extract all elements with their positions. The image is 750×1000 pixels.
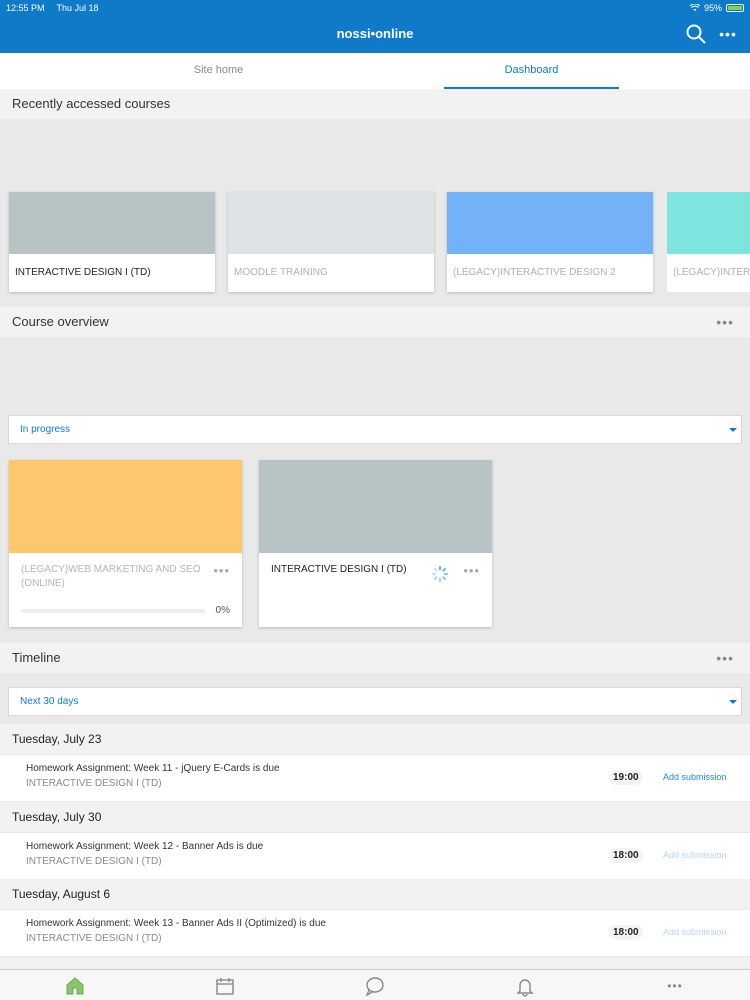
timeline-day-heading: Tuesday, July 30	[0, 802, 750, 832]
app-header: nossi•online •••	[0, 16, 750, 53]
timeline-heading: Timeline •••	[0, 643, 750, 673]
chevron-down-icon	[729, 428, 737, 432]
course-overview-card[interactable]: (LEGACY)WEB MARKETING AND SEO (ONLINE) •…	[9, 460, 242, 627]
calendar-icon[interactable]	[214, 975, 236, 997]
timeline-day-heading: Tuesday, August 6	[0, 879, 750, 909]
recent-courses-heading: Recently accessed courses	[0, 89, 750, 119]
status-bar: 12:55 PM Thu Jul 18 95%	[0, 0, 750, 16]
tab-dashboard[interactable]: Dashboard	[444, 53, 619, 89]
course-name: INTERACTIVE DESIGN I (TD)	[15, 267, 151, 278]
event-title[interactable]: Homework Assignment: Week 11 - jQuery E-…	[26, 763, 280, 774]
status-date: Thu Jul 18	[56, 3, 99, 13]
course-progress-label: 0%	[215, 605, 230, 616]
course-overview-card[interactable]: INTERACTIVE DESIGN I (TD) •••	[259, 460, 492, 627]
wifi-icon	[689, 4, 700, 11]
status-time: 12:55 PM	[6, 3, 45, 13]
course-image	[228, 192, 434, 254]
timeline-day-heading-partial	[0, 957, 750, 969]
messages-icon[interactable]	[364, 975, 386, 997]
chevron-down-icon	[729, 700, 737, 704]
add-submission-button[interactable]: Add submission	[663, 850, 727, 860]
course-overview-heading: Course overview •••	[0, 307, 750, 337]
event-course: INTERACTIVE DESIGN I (TD)	[26, 778, 162, 789]
timeline-event[interactable]: Homework Assignment: Week 12 - Banner Ad…	[0, 833, 750, 879]
course-filter-select[interactable]: In progress	[8, 415, 742, 444]
timeline-filter-value: Next 30 days	[20, 696, 79, 707]
course-overview-options-icon[interactable]: •••	[716, 307, 734, 337]
recent-course-card[interactable]: (LEGACY)INTERACTIVE DESIGN 2	[447, 192, 653, 292]
course-image	[667, 192, 750, 254]
course-image	[9, 460, 242, 553]
timeline-event[interactable]: Homework Assignment: Week 11 - jQuery E-…	[0, 755, 750, 801]
timeline-event[interactable]: Homework Assignment: Week 13 - Banner Ad…	[0, 910, 750, 956]
course-filter-value: In progress	[20, 424, 71, 435]
timeline-day-heading: Tuesday, July 23	[0, 724, 750, 754]
loading-spinner-icon	[431, 565, 449, 583]
course-name: (LEGACY)INTERACTIVE DESIGN 2	[453, 267, 616, 278]
course-name: INTERACTIVE DESIGN I (TD)	[271, 564, 407, 575]
add-submission-button[interactable]: Add submission	[663, 927, 727, 937]
timeline-options-icon[interactable]: •••	[716, 643, 734, 673]
battery-percent: 95%	[703, 3, 722, 13]
course-image	[447, 192, 653, 254]
course-image	[259, 460, 492, 553]
course-options-icon[interactable]: •••	[463, 563, 480, 578]
more-options-icon[interactable]: •••	[718, 24, 738, 44]
course-name: MOODLE TRAINING	[234, 267, 328, 278]
event-course: INTERACTIVE DESIGN I (TD)	[26, 856, 162, 867]
course-name: (LEGACY)INTER	[673, 267, 750, 278]
recent-course-card[interactable]: INTERACTIVE DESIGN I (TD)	[9, 192, 215, 292]
recent-course-card[interactable]: (LEGACY)INTER	[667, 192, 750, 292]
course-overview-title: Course overview	[12, 314, 109, 329]
recent-courses-title: Recently accessed courses	[12, 96, 171, 111]
bottom-navigation: •••	[0, 969, 750, 1000]
timeline-title: Timeline	[12, 650, 61, 665]
course-options-icon[interactable]: •••	[213, 563, 230, 578]
search-icon[interactable]	[686, 24, 706, 44]
tab-bar: Site home Dashboard	[0, 53, 750, 89]
battery-icon	[726, 4, 744, 12]
app-title: nossi•online	[336, 26, 414, 41]
event-time: 18:00	[609, 848, 643, 863]
event-time: 19:00	[609, 770, 643, 785]
course-progress-bar	[21, 609, 205, 613]
event-title[interactable]: Homework Assignment: Week 12 - Banner Ad…	[26, 841, 263, 852]
add-submission-button[interactable]: Add submission	[663, 772, 727, 782]
event-time: 18:00	[609, 925, 643, 940]
bell-icon[interactable]	[514, 975, 536, 997]
more-icon[interactable]: •••	[664, 975, 686, 997]
event-title[interactable]: Homework Assignment: Week 13 - Banner Ad…	[26, 918, 326, 929]
recent-course-card[interactable]: MOODLE TRAINING	[228, 192, 434, 292]
course-name: (LEGACY)WEB MARKETING AND SEO (ONLINE)	[21, 564, 201, 589]
home-icon[interactable]	[64, 975, 86, 997]
tab-site-home[interactable]: Site home	[131, 53, 306, 89]
status-right: 95%	[689, 3, 744, 13]
timeline-filter-select[interactable]: Next 30 days	[8, 687, 742, 716]
course-image	[9, 192, 215, 254]
event-course: INTERACTIVE DESIGN I (TD)	[26, 933, 162, 944]
